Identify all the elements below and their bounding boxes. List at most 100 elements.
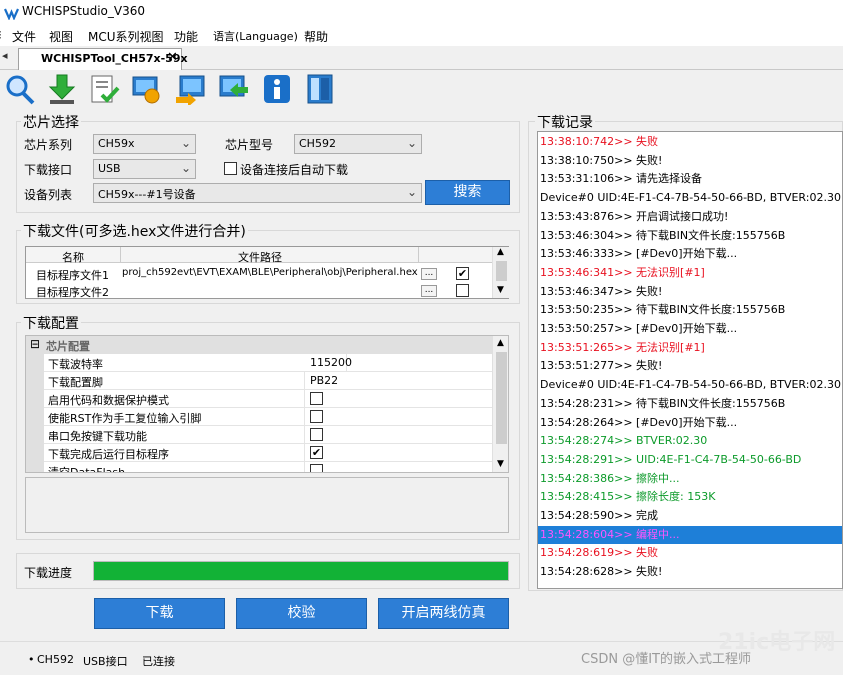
refresh-icon[interactable] — [130, 73, 162, 105]
collapse-icon[interactable]: ⊟ — [30, 337, 40, 351]
log-line[interactable]: 13:54:28:590>> 完成 — [538, 507, 842, 526]
device-list-select[interactable]: CH59x---#1号设备 ⌄ — [93, 183, 422, 203]
log-line[interactable]: 13:53:46:304>> 待下载BIN文件长度:155756B — [538, 227, 842, 246]
scroll-down-icon[interactable]: ▼ — [497, 459, 504, 469]
chip-series-select[interactable]: CH59x ⌄ — [93, 134, 196, 154]
file-name-cell: 目标程序文件1 — [36, 269, 109, 282]
tab-scroll-left-icon[interactable]: ◂ — [2, 49, 8, 62]
log-line[interactable]: 13:38:10:750>> 失败! — [538, 152, 842, 171]
table-row[interactable]: 目标程序文件2 ... — [26, 282, 492, 299]
tab-strip: ◂ WCHISPTool_CH57x-59x ✕ — [0, 46, 843, 70]
info-icon[interactable] — [261, 73, 293, 105]
table-row[interactable]: 目标程序文件1 proj_ch592evt\EVT\EXAM\BLE\Perip… — [26, 265, 492, 282]
chevron-down-icon: ⌄ — [180, 136, 191, 150]
auto-download-checkbox[interactable] — [224, 162, 237, 175]
log-line[interactable]: 13:53:46:347>> 失败! — [538, 283, 842, 302]
log-line[interactable]: 13:54:28:604>> 编程中... — [538, 525, 842, 545]
scroll-up-icon[interactable]: ▲ — [497, 247, 504, 257]
close-icon[interactable]: ✕ — [167, 50, 178, 65]
log-line[interactable]: 13:53:50:257>> [#Dev0]开始下载... — [538, 320, 842, 339]
log-line[interactable]: 13:54:28:274>> BTVER:02.30 — [538, 432, 842, 451]
protect-checkbox[interactable] — [310, 392, 323, 405]
chevron-down-icon: ⌄ — [406, 185, 417, 199]
log-line[interactable]: 13:54:28:291>> UID:4E-F1-C4-7B-54-50-66-… — [538, 451, 842, 470]
file-enable-checkbox[interactable] — [456, 284, 469, 297]
layout-icon[interactable] — [304, 73, 336, 105]
search-chip-icon[interactable] — [4, 73, 36, 105]
log-line[interactable]: 13:53:50:235>> 待下载BIN文件长度:155756B — [538, 301, 842, 320]
log-line[interactable]: 13:53:46:341>> 无法识别[#1] — [538, 264, 842, 283]
dataflash-checkbox[interactable] — [310, 464, 323, 472]
import-icon[interactable] — [218, 73, 250, 105]
chevron-down-icon: ⌄ — [406, 136, 417, 150]
grid-gutter — [26, 354, 44, 472]
chip-select-title: 芯片选择 — [21, 112, 81, 132]
scroll-thumb[interactable] — [496, 352, 507, 444]
search-button[interactable]: 搜索 — [425, 180, 510, 205]
verify-button[interactable]: 校验 — [236, 598, 367, 629]
download-port-select[interactable]: USB ⌄ — [93, 159, 196, 179]
config-row-baud[interactable]: 下载波特率 115200 — [44, 354, 508, 372]
config-row-rst[interactable]: 使能RST作为手工复位输入引脚 — [44, 408, 508, 426]
browse-button[interactable]: ... — [421, 285, 437, 297]
config-row-pin[interactable]: 下载配置脚 PB22 — [44, 372, 508, 390]
menu-bar: ⁝ 文件 视图 MCU系列视图 功能 语言(Language) 帮助 — [0, 26, 843, 46]
log-list[interactable]: 13:38:10:742>> 失败 13:38:10:750>> 失败! 13:53… — [537, 131, 843, 589]
file-enable-checkbox[interactable]: ✔ — [456, 267, 469, 280]
menu-function[interactable]: 功能 — [174, 28, 198, 45]
log-line[interactable]: 13:54:28:415>> 擦除长度: 153K — [538, 488, 842, 507]
log-line[interactable]: Device#0 UID:4E-F1-C4-7B-54-50-66-BD, BT… — [538, 376, 842, 395]
log-line[interactable]: 13:38:10:742>> 失败 — [538, 133, 842, 152]
menu-help[interactable]: 帮助 — [304, 28, 328, 45]
log-line[interactable]: 13:53:43:876>> 开启调试接口成功! — [538, 208, 842, 227]
col-name-header: 名称 — [62, 251, 84, 264]
chip-model-value: CH592 — [299, 137, 336, 150]
download-icon[interactable] — [46, 73, 78, 105]
log-line[interactable]: 13:53:31:106>> 请先选择设备 — [538, 170, 842, 189]
log-line[interactable]: 13:54:28:619>> 失败 — [538, 544, 842, 563]
chip-model-select[interactable]: CH592 ⌄ — [294, 134, 422, 154]
tab-label: WCHISPTool_CH57x-59x — [41, 52, 188, 65]
download-button[interactable]: 下载 — [94, 598, 225, 629]
log-line[interactable]: Device#0 UID:4E-F1-C4-7B-54-50-66-BD, BT… — [538, 189, 842, 208]
log-line[interactable]: 13:53:51:265>> 无法识别[#1] — [538, 339, 842, 358]
window-title: WCHISPStudio_V360 — [22, 4, 145, 18]
menu-view[interactable]: 视图 — [49, 28, 73, 45]
export-icon[interactable] — [174, 73, 206, 105]
menu-language[interactable]: 语言(Language) — [213, 28, 298, 44]
file-name-cell: 目标程序文件2 — [36, 286, 109, 299]
two-wire-sim-button[interactable]: 开启两线仿真 — [378, 598, 509, 629]
category-row[interactable]: ⊟ 芯片配置 — [26, 336, 508, 354]
log-line[interactable]: 13:54:28:628>> 失败! — [538, 563, 842, 582]
menu-mcu-series-view[interactable]: MCU系列视图 — [88, 28, 164, 45]
scroll-down-icon[interactable]: ▼ — [497, 285, 504, 295]
progress-label: 下载进度 — [24, 566, 73, 580]
config-row-uart[interactable]: 串口免按键下载功能 — [44, 426, 508, 444]
file-table-scrollbar[interactable]: ▲ ▼ — [492, 247, 509, 298]
scroll-up-icon[interactable]: ▲ — [497, 338, 504, 348]
menu-file[interactable]: 文件 — [12, 28, 36, 45]
watermark-text: CSDN @懂IT的嵌入式工程师 — [581, 652, 751, 667]
download-port-label: 下载接口 — [24, 163, 73, 177]
run-checkbox[interactable]: ✔ — [310, 446, 323, 459]
property-grid-scrollbar[interactable]: ▲ ▼ — [492, 336, 508, 472]
file-table-header: 名称 文件路径 — [26, 247, 492, 264]
log-line[interactable]: 13:53:46:333>> [#Dev0]开始下载... — [538, 245, 842, 264]
tab-wchisptool[interactable]: WCHISPTool_CH57x-59x ✕ — [18, 48, 188, 70]
log-line[interactable]: 13:54:28:264>> [#Dev0]开始下载... — [538, 414, 842, 433]
config-row-run[interactable]: 下载完成后运行目标程序 ✔ — [44, 444, 508, 462]
rst-checkbox[interactable] — [310, 410, 323, 423]
log-line[interactable]: 13:53:51:277>> 失败! — [538, 357, 842, 376]
device-list-value: CH59x---#1号设备 — [98, 188, 196, 201]
browse-button[interactable]: ... — [421, 268, 437, 280]
config-row-dataflash[interactable]: 清空DataFlash — [44, 462, 508, 472]
config-row-protect[interactable]: 启用代码和数据保护模式 — [44, 390, 508, 408]
auto-download-label: 设备连接后自动下载 — [240, 163, 349, 177]
scroll-thumb[interactable] — [496, 261, 507, 281]
log-line[interactable]: 13:54:28:386>> 擦除中... — [538, 470, 842, 489]
config-value[interactable]: 115200 — [310, 356, 352, 369]
config-value[interactable]: PB22 — [310, 374, 338, 387]
log-line[interactable]: 13:54:28:231>> 待下载BIN文件长度:155756B — [538, 395, 842, 414]
uart-checkbox[interactable] — [310, 428, 323, 441]
verify-icon[interactable] — [88, 73, 120, 105]
